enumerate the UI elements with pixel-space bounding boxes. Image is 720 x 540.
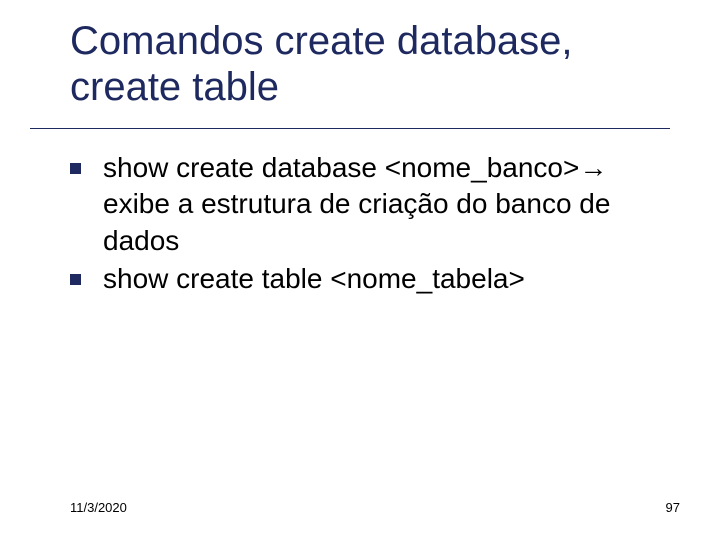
list-item-text: show create table <nome_tabela>: [103, 261, 525, 297]
slide-body: show create database <nome_banco>→ exibe…: [70, 150, 670, 300]
list-item: show create database <nome_banco>→ exibe…: [70, 150, 670, 259]
title-underline: [30, 128, 670, 129]
square-bullet-icon: [70, 163, 81, 174]
slide-title: Comandos create database, create table: [70, 18, 670, 110]
footer-date: 11/3/2020: [70, 500, 127, 515]
footer-page-number: 97: [666, 500, 680, 515]
square-bullet-icon: [70, 274, 81, 285]
list-item: show create table <nome_tabela>: [70, 261, 670, 297]
list-item-text: show create database <nome_banco>→ exibe…: [103, 150, 670, 259]
slide: Comandos create database, create table s…: [0, 0, 720, 540]
